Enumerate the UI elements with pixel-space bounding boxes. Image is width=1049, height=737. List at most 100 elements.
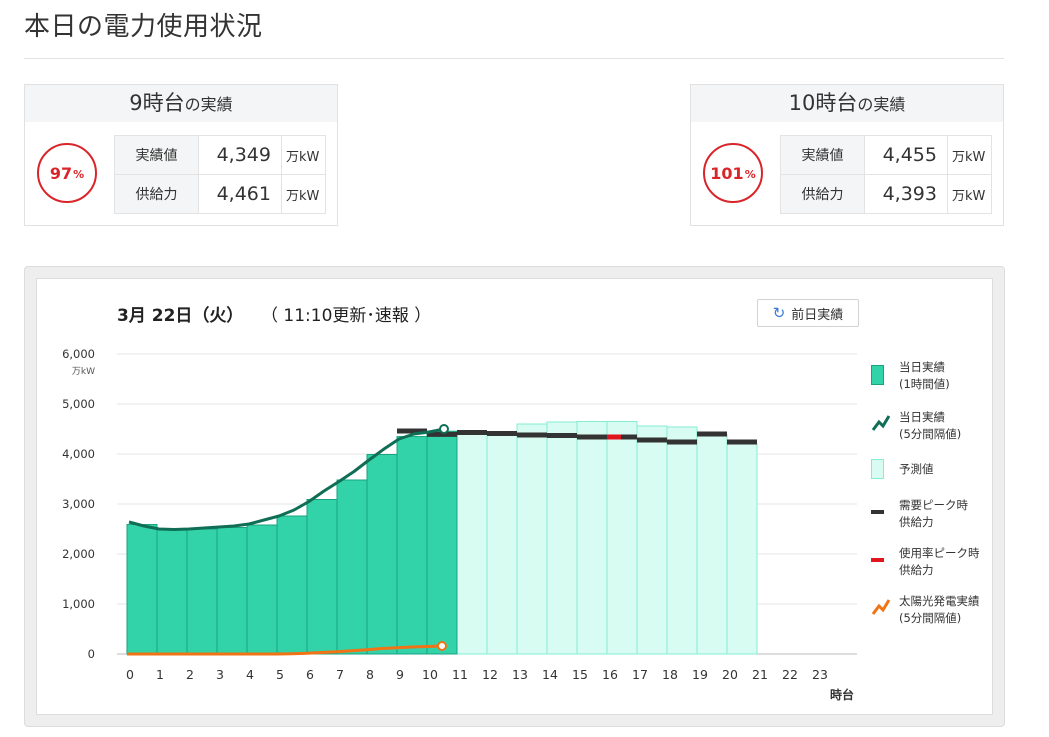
title-divider (24, 58, 1004, 59)
actual-bar (336, 479, 368, 655)
forecast-bar (726, 443, 758, 655)
card-title-hour: 10時台 (788, 91, 858, 115)
legend-label: 予測値 (899, 462, 934, 476)
row-unit: 万kW (281, 135, 326, 175)
usage-rate-badge: 97% (37, 143, 97, 203)
legend-label-sub: (5分間隔値) (899, 611, 962, 625)
usage-rate-value: 97 (49, 163, 73, 183)
x-tick-label: 6 (306, 667, 314, 682)
actual-bar (306, 499, 338, 655)
card-title: 10時台の実績 (691, 85, 1003, 122)
forecast-bar (456, 432, 488, 655)
x-tick-label: 3 (216, 667, 224, 682)
legend-label-sub: 供給力 (899, 515, 934, 529)
actual-bar (246, 524, 278, 655)
x-tick-label: 13 (512, 667, 528, 682)
legend-swatch-solar (871, 599, 891, 615)
row-value: 4,349 (198, 135, 282, 175)
forecast-bar (516, 423, 548, 655)
row-unit: 万kW (281, 174, 326, 214)
forecast-bar (486, 433, 518, 655)
demand-chart: 0 1,000 2,000 3,000 4,000 5,000 6,000 万kW 0 1 2 3 4 5… (62, 347, 857, 702)
forecast-bar (546, 421, 578, 655)
hour-result-card-9: 9時台の実績 97% 実績値 4,349 万kW 供給力 4,461 万kW (24, 84, 338, 226)
y-tick-label: 6,000 (62, 347, 95, 361)
x-tick-label: 14 (542, 667, 558, 682)
legend-label: 需要ピーク時 (899, 498, 968, 512)
legend-label: 当日実績 (899, 410, 945, 424)
y-tick-label: 3,000 (62, 497, 95, 511)
actual-bar (186, 528, 218, 655)
y-tick-label: 5,000 (62, 397, 95, 411)
legend-label: 当日実績 (899, 360, 945, 374)
row-value: 4,393 (864, 174, 948, 214)
actual-bar (276, 515, 308, 655)
y-tick-label: 4,000 (62, 447, 95, 461)
result-table: 実績値 4,455 万kW 供給力 4,393 万kW (780, 135, 992, 214)
usage-rate-badge: 101% (703, 143, 763, 203)
forecast-bar (666, 426, 698, 655)
x-tick-label: 11 (452, 667, 468, 682)
legend-label: 使用率ピーク時 (899, 546, 980, 560)
forecast-bar (576, 421, 608, 655)
usage-rate-value: 101 (710, 163, 744, 183)
legend-label: 太陽光発電実績 (899, 594, 980, 608)
x-tick-label: 16 (602, 667, 618, 682)
legend-swatch-peak-supply (871, 510, 884, 514)
actual-bar (216, 527, 248, 655)
legend-label-sub: (5分間隔値) (899, 427, 962, 441)
y-tick-label: 2,000 (62, 547, 95, 561)
x-tick-label: 19 (692, 667, 708, 682)
x-tick-label: 15 (572, 667, 588, 682)
x-tick-label: 22 (782, 667, 798, 682)
x-tick-label: 1 (156, 667, 164, 682)
solar-endpoint (437, 641, 447, 651)
row-label: 供給力 (780, 174, 865, 214)
x-tick-label: 2 (186, 667, 194, 682)
row-value: 4,461 (198, 174, 282, 214)
legend-swatch-actual-5min (871, 415, 891, 431)
x-tick-label: 0 (126, 667, 134, 682)
actual-5min-endpoint (439, 424, 449, 434)
forecast-bar (696, 434, 728, 655)
row-label: 実績値 (780, 135, 865, 175)
y-tick-label: 1,000 (62, 597, 95, 611)
table-row: 実績値 4,455 万kW (780, 135, 992, 175)
row-unit: 万kW (947, 135, 992, 175)
legend-swatch-forecast (871, 459, 884, 479)
result-table: 実績値 4,349 万kW 供給力 4,461 万kW (114, 135, 326, 214)
row-label: 供給力 (114, 174, 199, 214)
actual-bar (426, 430, 458, 655)
y-tick-label: 0 (88, 647, 95, 661)
x-tick-label: 4 (246, 667, 254, 682)
chart-area: 3月 22日（火） （ 11:10更新･速報 ） ↻ 前日実績 0 1,000 2,… (36, 278, 993, 715)
chart-panel: 3月 22日（火） （ 11:10更新･速報 ） ↻ 前日実績 0 1,000 2,… (24, 266, 1005, 727)
actual-bar (366, 454, 398, 655)
x-tick-label: 10 (422, 667, 438, 682)
legend-label-sub: 供給力 (899, 563, 934, 577)
forecast-bar (636, 425, 668, 655)
x-tick-label: 9 (396, 667, 404, 682)
x-tick-label: 17 (632, 667, 648, 682)
row-value: 4,455 (864, 135, 948, 175)
legend-swatch-rate-peak-supply (871, 558, 884, 562)
legend-swatch-actual (871, 365, 884, 385)
x-tick-label: 18 (662, 667, 678, 682)
x-axis-label: 時台 (830, 687, 854, 702)
actual-bar (156, 529, 188, 655)
y-axis-unit: 万kW (72, 367, 95, 377)
hour-result-card-10: 10時台の実績 101% 実績値 4,455 万kW 供給力 4,393 万kW (690, 84, 1004, 226)
table-row: 供給力 4,393 万kW (780, 174, 992, 214)
x-tick-label: 7 (336, 667, 344, 682)
x-tick-label: 8 (366, 667, 374, 682)
actual-bar (126, 524, 158, 655)
card-title: 9時台の実績 (25, 85, 337, 122)
x-tick-label: 21 (752, 667, 768, 682)
page-title: 本日の電力使用状況 (24, 12, 263, 42)
table-row: 供給力 4,461 万kW (114, 174, 326, 214)
forecast-bar (606, 421, 638, 655)
usage-rate-unit: % (73, 168, 85, 181)
row-unit: 万kW (947, 174, 992, 214)
table-row: 実績値 4,349 万kW (114, 135, 326, 175)
x-tick-label: 5 (276, 667, 284, 682)
